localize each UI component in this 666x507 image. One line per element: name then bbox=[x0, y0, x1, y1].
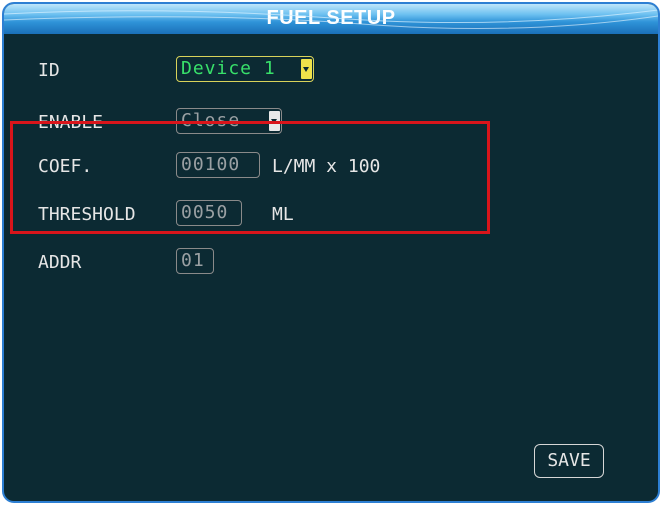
id-row: ID Device 1 bbox=[4, 56, 658, 86]
title-swoosh-decoration bbox=[4, 9, 658, 29]
addr-input-value: 01 bbox=[181, 250, 205, 271]
chevron-down-icon[interactable] bbox=[301, 59, 312, 79]
threshold-row: THRESHOLD 0050 ML bbox=[4, 200, 658, 230]
coef-row: COEF. 00100 L/MM x 100 bbox=[4, 152, 658, 182]
device-select[interactable]: Device 1 bbox=[176, 56, 314, 82]
chevron-down-icon[interactable] bbox=[269, 111, 280, 131]
device-select-value: Device 1 bbox=[181, 58, 276, 79]
enable-select[interactable]: Close bbox=[176, 108, 282, 134]
title-bar: FUEL SETUP bbox=[4, 4, 658, 34]
threshold-label: THRESHOLD bbox=[38, 204, 136, 225]
threshold-input[interactable]: 0050 bbox=[176, 200, 242, 226]
threshold-input-value: 0050 bbox=[181, 202, 229, 223]
addr-input[interactable]: 01 bbox=[176, 248, 214, 274]
enable-select-value: Close bbox=[181, 110, 241, 131]
save-button[interactable]: SAVE bbox=[534, 444, 604, 478]
addr-label: ADDR bbox=[38, 252, 82, 273]
coef-input-value: 00100 bbox=[181, 154, 241, 175]
addr-row: ADDR 01 bbox=[4, 248, 658, 278]
threshold-unit: ML bbox=[272, 204, 294, 225]
fuel-setup-window: FUEL SETUP ID Device 1 ENABLE Close COEF… bbox=[2, 2, 660, 503]
id-label: ID bbox=[38, 60, 60, 81]
coef-input[interactable]: 00100 bbox=[176, 152, 260, 178]
coef-label: COEF. bbox=[38, 156, 93, 177]
enable-label: ENABLE bbox=[38, 112, 104, 133]
enable-row: ENABLE Close bbox=[4, 108, 658, 138]
coef-unit: L/MM x 100 bbox=[272, 156, 381, 177]
